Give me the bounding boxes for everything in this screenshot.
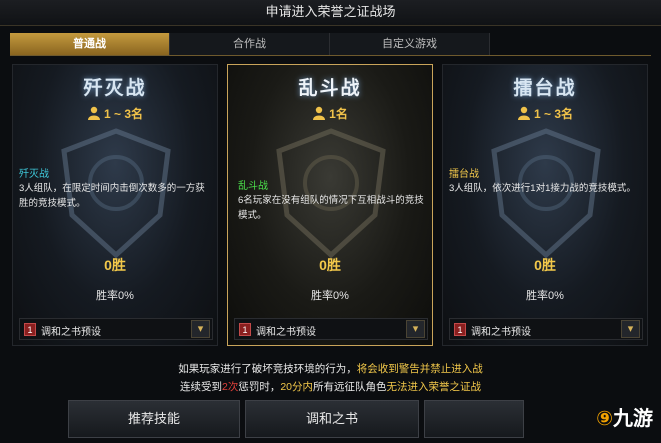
notice-text: 惩罚时，: [238, 381, 281, 393]
tab-normal[interactable]: 普通战: [10, 33, 170, 55]
player-count: 1名: [228, 105, 432, 122]
preset-number-badge: 1: [239, 323, 251, 336]
win-rate: 胜率0%: [526, 290, 564, 302]
preset-dropdown[interactable]: 1 调和之书预设 ▾: [19, 318, 213, 340]
win-rate: 胜率0%: [311, 290, 349, 302]
window-title: 申请进入荣誉之证战场: [0, 0, 661, 26]
harmony-book-button[interactable]: 调和之书: [245, 400, 419, 438]
person-icon: [313, 106, 326, 120]
tab-coop[interactable]: 合作战: [170, 33, 330, 55]
notice-count: 2次: [221, 381, 239, 393]
chevron-down-icon[interactable]: ▾: [191, 320, 210, 338]
player-count: 1 ~ 3名: [443, 105, 647, 122]
notice-text: 所有远征队角色: [313, 381, 387, 393]
win-rate: 胜率0%: [96, 290, 134, 302]
mode-name: 乱斗战: [238, 181, 268, 192]
9game-logo: ⑨九游: [596, 408, 653, 430]
notice-duration: 20分内: [280, 381, 314, 393]
notice-highlight: 将会收到警告并禁止进入战: [356, 363, 483, 375]
wins-count: 0胜: [534, 257, 556, 273]
wins-count: 0胜: [104, 257, 126, 273]
card-title: 乱斗战: [298, 78, 362, 99]
mode-card-annihilation[interactable]: 歼灭战 1 ~ 3名 歼灭战 3人组队，在限定时间内击倒次数多的一方获胜的竞技模…: [12, 64, 218, 346]
card-title: 歼灭战: [83, 78, 147, 99]
notice-highlight: 无法进入荣誉之证战: [386, 381, 482, 393]
third-action-button[interactable]: [424, 400, 524, 438]
tab-divider: [10, 55, 651, 56]
preset-dropdown[interactable]: 1 调和之书预设 ▾: [449, 318, 643, 340]
mode-description: 3人组队，依次进行1对1接力战的竞技模式。: [449, 183, 636, 194]
recommended-skills-button[interactable]: 推荐技能: [68, 400, 240, 438]
player-count-text: 1名: [329, 107, 348, 121]
mode-tabs: 普通战 合作战 自定义游戏: [10, 33, 490, 55]
mode-name: 擂台战: [449, 169, 479, 180]
player-count-text: 1 ~ 3名: [533, 107, 574, 121]
chevron-down-icon[interactable]: ▾: [406, 320, 425, 338]
mode-name: 歼灭战: [19, 169, 49, 180]
mode-description: 3人组队，在限定时间内击倒次数多的一方获胜的竞技模式。: [19, 183, 205, 209]
preset-number-badge: 1: [454, 323, 466, 336]
person-icon: [87, 106, 100, 120]
watermark-text: 九游: [613, 408, 653, 430]
chevron-down-icon[interactable]: ▾: [621, 320, 640, 338]
preset-label: 调和之书预设: [256, 327, 316, 338]
preset-dropdown[interactable]: 1 调和之书预设 ▾: [234, 318, 428, 340]
person-icon: [517, 106, 530, 120]
mode-description: 6名玩家在没有组队的情况下互相战斗的竞技模式。: [238, 195, 424, 221]
player-count-text: 1 ~ 3名: [103, 107, 144, 121]
wins-count: 0胜: [319, 257, 341, 273]
card-title: 擂台战: [513, 78, 577, 99]
tab-custom[interactable]: 自定义游戏: [330, 33, 490, 55]
preset-label: 调和之书预设: [41, 327, 101, 338]
notice-text: 连续受到: [179, 381, 222, 393]
player-count: 1 ~ 3名: [13, 105, 217, 122]
mode-card-brawl[interactable]: 乱斗战 1名 乱斗战 6名玩家在没有组队的情况下互相战斗的竞技模式。 0胜 胜率…: [227, 64, 433, 346]
notice-text: 如果玩家进行了破坏竞技环境的行为，: [178, 363, 357, 375]
preset-number-badge: 1: [24, 323, 36, 336]
mode-card-arena[interactable]: 擂台战 1 ~ 3名 擂台战 3人组队，依次进行1对1接力战的竞技模式。 0胜 …: [442, 64, 648, 346]
penalty-notice: 如果玩家进行了破坏竞技环境的行为，将会收到警告并禁止进入战 连续受到2次惩罚时，…: [0, 360, 661, 396]
preset-label: 调和之书预设: [471, 327, 531, 338]
